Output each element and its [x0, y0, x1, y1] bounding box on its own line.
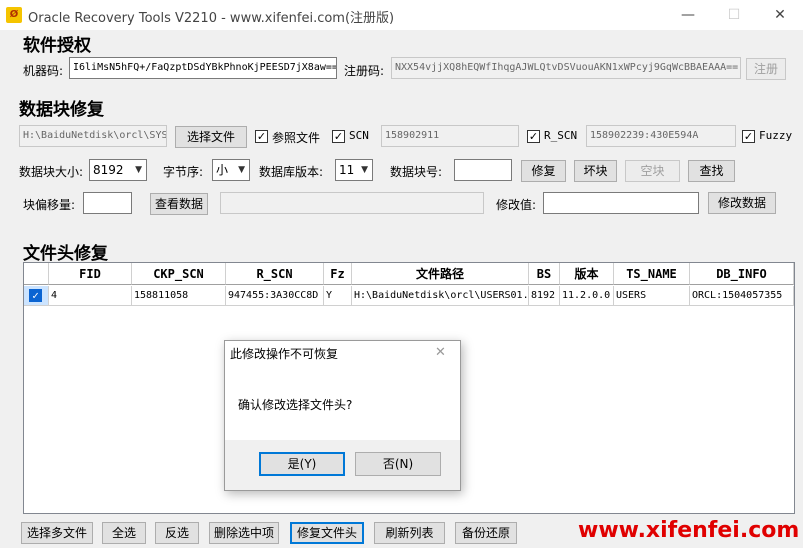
rscn-checkbox[interactable]: ✓: [527, 130, 540, 143]
chevron-down-icon: ▼: [135, 165, 142, 175]
modify-value-label: 修改值:: [496, 198, 537, 212]
dialog-close-icon[interactable]: ✕: [435, 345, 446, 360]
offset-field[interactable]: [83, 192, 132, 214]
rscn-field[interactable]: 158902239:430E594A: [586, 125, 736, 147]
block-file-path-field[interactable]: H:\BaiduNetdisk\orcl\SYSTEM01.DBF: [19, 125, 167, 147]
repair-header-button[interactable]: 修复文件头: [290, 522, 364, 544]
delete-selected-button[interactable]: 删除选中项: [209, 522, 279, 544]
rscn-label: R_SCN: [544, 129, 578, 142]
fuzzy-checkbox[interactable]: ✓: [742, 130, 755, 143]
invert-selection-button[interactable]: 反选: [155, 522, 199, 544]
chevron-down-icon: ▼: [238, 165, 245, 175]
cell-fid: 4: [49, 286, 132, 306]
db-version-select[interactable]: 11 ▼: [335, 159, 373, 181]
dialog-message: 确认修改选择文件头?: [238, 398, 353, 412]
find-button[interactable]: 查找: [688, 160, 735, 182]
backup-restore-button[interactable]: 备份还原: [455, 522, 517, 544]
block-size-value: 8192: [93, 163, 124, 177]
select-all-button[interactable]: 全选: [102, 522, 146, 544]
grid-header-ckp-scn[interactable]: CKP_SCN: [132, 263, 226, 285]
row-checkbox[interactable]: ✓: [29, 289, 42, 302]
grid-header-r-scn[interactable]: R_SCN: [226, 263, 324, 285]
dialog-footer: 是(Y) 否(N): [225, 440, 460, 490]
license-section-title: 软件授权: [23, 36, 91, 56]
app-icon: Ø: [6, 7, 22, 23]
cell-bs: 8192: [529, 286, 560, 306]
fuzzy-label: Fuzzy: [759, 129, 793, 142]
grid-header-db-info[interactable]: DB_INFO: [690, 263, 794, 285]
empty-block-button[interactable]: 空块: [625, 160, 680, 182]
minimize-button[interactable]: —: [668, 2, 708, 28]
block-size-select[interactable]: 8192 ▼: [89, 159, 147, 181]
site-watermark: www.xifenfei.com: [578, 518, 800, 543]
reg-code-label: 注册码:: [344, 64, 385, 78]
grid-header-check: [24, 263, 49, 285]
register-button[interactable]: 注册: [746, 58, 786, 80]
view-data-button[interactable]: 查看数据: [150, 193, 208, 215]
bad-block-button[interactable]: 坏块: [574, 160, 617, 182]
grid-header-version[interactable]: 版本: [560, 263, 614, 285]
cell-ts-name: USERS: [614, 286, 690, 306]
grid-header-path[interactable]: 文件路径: [352, 263, 529, 285]
machine-code-field[interactable]: I6liMsN5hFQ+/FaQzptDSdYBkPhnoKjPEESD7jX8…: [69, 57, 337, 79]
maximize-button[interactable]: ☐: [714, 2, 754, 28]
table-row[interactable]: ✓: [24, 286, 49, 306]
modify-value-field[interactable]: [543, 192, 699, 214]
grid-header-fid[interactable]: FID: [49, 263, 132, 285]
reg-code-field[interactable]: NXX54vjjXQ8hEQWfIhqgAJWLQtvDSVuouAKN1xWP…: [391, 57, 741, 79]
cell-db-info: ORCL:1504057355: [690, 286, 794, 306]
cell-fz: Y: [324, 286, 352, 306]
select-file-button[interactable]: 选择文件: [175, 126, 247, 148]
offset-label: 块偏移量:: [23, 198, 76, 212]
block-no-label: 数据块号:: [390, 165, 443, 179]
select-multi-file-button[interactable]: 选择多文件: [21, 522, 93, 544]
block-size-label: 数据块大小:: [19, 165, 84, 179]
grid-header-ts-name[interactable]: TS_NAME: [614, 263, 690, 285]
close-button[interactable]: ✕: [760, 2, 800, 28]
modify-data-button[interactable]: 修改数据: [708, 192, 776, 214]
block-no-field[interactable]: [454, 159, 512, 181]
chevron-down-icon: ▼: [361, 165, 368, 175]
db-version-value: 11: [339, 163, 355, 177]
cell-ckp-scn: 158811058: [132, 286, 226, 306]
scn-label: SCN: [349, 129, 369, 142]
header-repair-section-title: 文件头修复: [23, 244, 108, 264]
title-bar: Ø Oracle Recovery Tools V2210 - www.xife…: [0, 0, 803, 30]
yes-button[interactable]: 是(Y): [259, 452, 345, 476]
grid-header-fz[interactable]: Fz: [324, 263, 352, 285]
repair-block-button[interactable]: 修复: [521, 160, 566, 182]
scn-field[interactable]: 158902911: [381, 125, 519, 147]
byte-order-value: 小: [216, 163, 229, 177]
window-title: Oracle Recovery Tools V2210 - www.xifenf…: [28, 11, 395, 26]
ref-file-label: 参照文件: [272, 131, 321, 145]
ref-file-checkbox[interactable]: ✓: [255, 130, 268, 143]
machine-code-label: 机器码:: [23, 64, 64, 78]
confirm-dialog: 此修改操作不可恢复 ✕ 确认修改选择文件头? 是(Y) 否(N): [224, 340, 461, 491]
block-repair-section-title: 数据块修复: [19, 100, 104, 120]
no-button[interactable]: 否(N): [355, 452, 441, 476]
cell-r-scn: 947455:3A30CC8D: [226, 286, 324, 306]
dialog-title: 此修改操作不可恢复: [230, 347, 339, 361]
scn-checkbox[interactable]: ✓: [332, 130, 345, 143]
byte-order-label: 字节序:: [163, 165, 204, 179]
data-view-field[interactable]: [220, 192, 484, 214]
cell-path: H:\BaiduNetdisk\orcl\USERS01.DBF: [352, 286, 529, 306]
cell-version: 11.2.0.0: [560, 286, 614, 306]
byte-order-select[interactable]: 小 ▼: [212, 159, 250, 181]
refresh-list-button[interactable]: 刷新列表: [374, 522, 445, 544]
grid-header-bs[interactable]: BS: [529, 263, 560, 285]
db-version-label: 数据库版本:: [259, 165, 324, 179]
